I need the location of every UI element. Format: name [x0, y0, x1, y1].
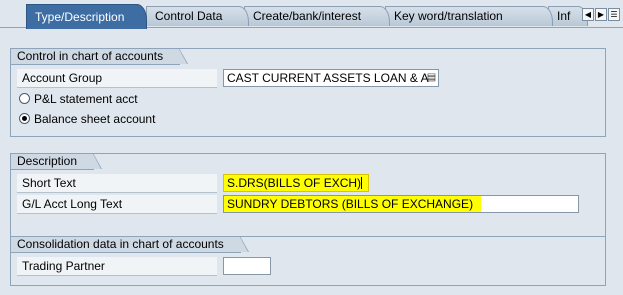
long-text-field[interactable]: SUNDRY DEBTORS (BILLS OF EXCHANGE)	[223, 195, 579, 213]
tab-label: Type/Description	[35, 10, 125, 24]
account-group-field[interactable]: CAST CURRENT ASSETS LOAN & A ▤	[223, 69, 439, 87]
radio-selected-icon[interactable]	[19, 113, 30, 124]
tab-create-bank-interest[interactable]: Create/bank/interest	[244, 6, 390, 26]
tab-keyword-translation[interactable]: Key word/translation	[385, 6, 553, 26]
short-text-field[interactable]: S.DRS(BILLS OF EXCH)	[223, 174, 369, 192]
triangle-right-icon[interactable]: ▶	[595, 8, 607, 21]
long-text-highlight: SUNDRY DEBTORS (BILLS OF EXCHANGE)	[224, 196, 481, 212]
groupbox-title-text: Consolidation data in chart of accounts	[17, 237, 224, 251]
long-text-label: G/L Acct Long Text	[17, 195, 217, 214]
groupbox-title-text: Description	[17, 154, 78, 168]
tab-label: Inf	[557, 9, 571, 23]
balance-sheet-label: Balance sheet account	[34, 112, 156, 126]
tab-content: Control in chart of accounts Account Gro…	[0, 28, 623, 295]
list-icon[interactable]: ☰	[608, 8, 620, 21]
tab-label: Key word/translation	[394, 9, 503, 23]
trading-partner-field[interactable]	[223, 257, 271, 275]
tab-type-description[interactable]: Type/Description	[26, 4, 147, 29]
tab-strip: Inf Key word/translation Create/bank/int…	[0, 0, 623, 29]
description-groupbox: Description Short Text S.DRS(BILLS OF EX…	[10, 153, 606, 245]
trading-partner-label: Trading Partner	[17, 257, 217, 276]
triangle-left-icon[interactable]: ◀	[582, 8, 594, 21]
groupbox-title-text: Control in chart of accounts	[17, 49, 164, 63]
control-groupbox: Control in chart of accounts Account Gro…	[10, 48, 606, 137]
groupbox-title: Control in chart of accounts	[11, 48, 189, 65]
groupbox-title: Description	[11, 153, 103, 170]
pl-statement-label: P&L statement acct	[34, 92, 138, 106]
account-group-label: Account Group	[17, 69, 217, 88]
tab-label: Control Data	[155, 9, 223, 23]
long-text-value: SUNDRY DEBTORS (BILLS OF EXCHANGE)	[227, 197, 474, 211]
groupbox-title: Consolidation data in chart of accounts	[11, 236, 249, 253]
tab-control-data[interactable]: Control Data	[146, 6, 249, 26]
short-text-value: S.DRS(BILLS OF EXCH)	[227, 176, 362, 190]
short-text-label: Short Text	[17, 174, 217, 193]
tab-label: Create/bank/interest	[253, 9, 362, 23]
account-group-value: CAST CURRENT ASSETS LOAN & A	[227, 71, 429, 85]
consolidation-groupbox: Consolidation data in chart of accounts …	[10, 236, 606, 286]
text-cursor	[361, 177, 363, 189]
radio-icon[interactable]	[19, 93, 30, 104]
value-help-icon[interactable]: ▤	[426, 72, 437, 84]
